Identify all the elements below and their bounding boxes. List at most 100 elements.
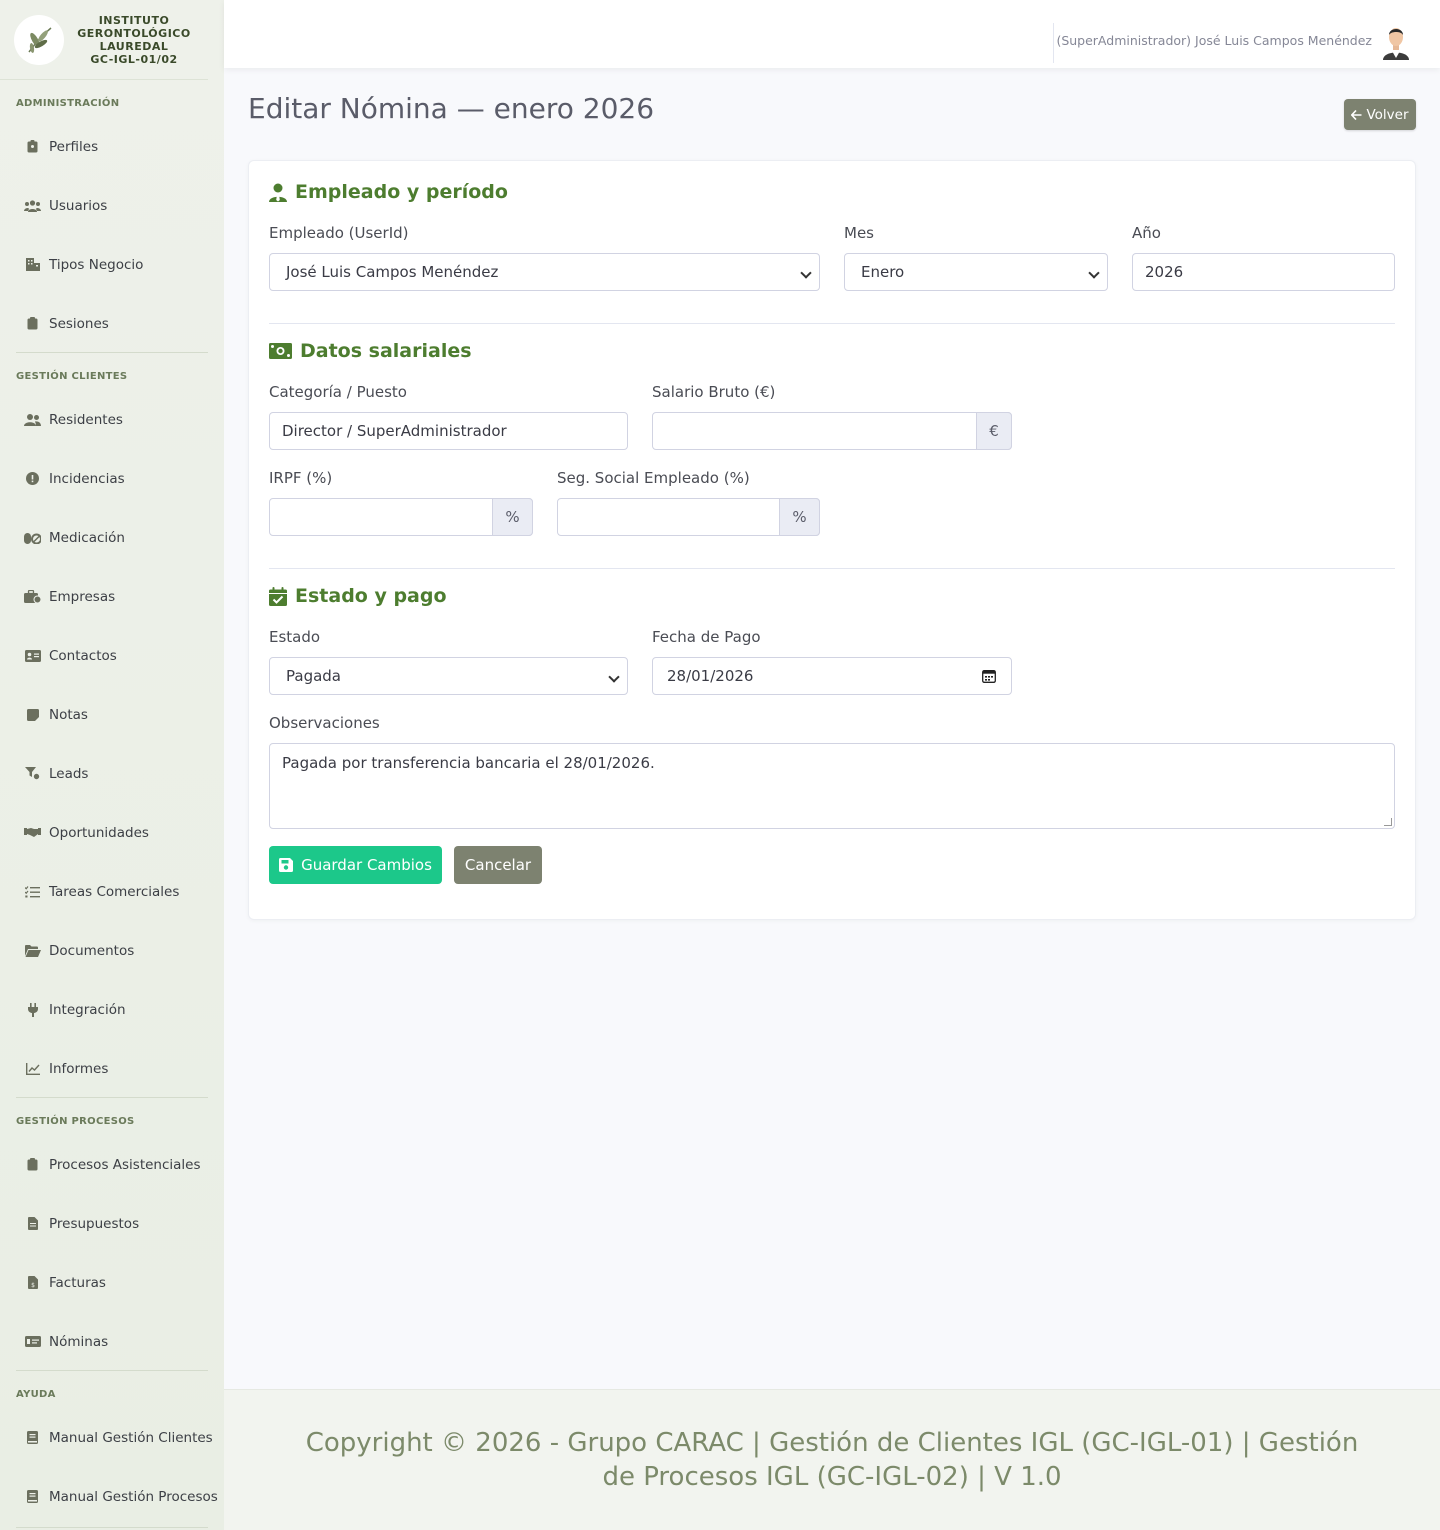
- social-security-label: Seg. Social Empleado (%): [557, 469, 750, 487]
- payment-date-input[interactable]: 28/01/2026: [652, 657, 1012, 695]
- users-icon: [24, 199, 41, 213]
- sidebar-item-presupuestos[interactable]: Presupuestos: [0, 1194, 224, 1253]
- percent-addon: %: [779, 498, 820, 536]
- sidebar-item-tipos-negocio[interactable]: Tipos Negocio: [0, 235, 224, 294]
- clipboard-icon: [24, 1158, 41, 1172]
- section-employee-label: Empleado y período: [295, 181, 508, 203]
- back-button-label: Volver: [1366, 106, 1409, 123]
- sidebar-item-label: Empresas: [49, 588, 116, 605]
- back-button[interactable]: Volver: [1344, 99, 1416, 130]
- folder-open-icon: [24, 944, 41, 958]
- sidebar-item-perfiles[interactable]: Perfiles: [0, 117, 224, 176]
- save-button[interactable]: Guardar Cambios: [269, 846, 442, 884]
- cancel-button-label: Cancelar: [464, 856, 532, 874]
- arrow-left-icon: [1351, 109, 1362, 120]
- sidebar-item-usuarios[interactable]: Usuarios: [0, 176, 224, 235]
- sidebar-item-label: Manual Gestión Clientes: [49, 1429, 213, 1446]
- payroll-form-card: Empleado y período Empleado (UserId) Jos…: [248, 160, 1416, 920]
- brand-line-1: INSTITUTO: [98, 13, 170, 27]
- sidebar-item-manual-clientes[interactable]: Manual Gestión Clientes: [0, 1408, 224, 1467]
- file-invoice-dollar-icon: $: [24, 1276, 41, 1290]
- year-input-value: 2026: [1145, 263, 1184, 281]
- sidebar-item-label: Leads: [49, 765, 89, 782]
- sidebar-item-label: Manual Gestión Procesos: [49, 1488, 218, 1505]
- status-label: Estado: [269, 628, 321, 646]
- file-alt-icon: [24, 1217, 41, 1231]
- sidebar-item-contactos[interactable]: Contactos: [0, 626, 224, 685]
- sidebar-item-oportunidades[interactable]: Oportunidades: [0, 803, 224, 862]
- sidebar-divider: [16, 1527, 208, 1528]
- sidebar-item-label: Procesos Asistenciales: [49, 1156, 201, 1173]
- sidebar-item-label: Informes: [49, 1060, 109, 1077]
- employee-select[interactable]: José Luis Campos Menéndez: [269, 253, 820, 291]
- sidebar-heading-gestion-clientes: GESTIÓN CLIENTES: [16, 371, 128, 382]
- sidebar-heading-ayuda: AYUDA: [16, 1389, 56, 1400]
- sidebar-item-label: Contactos: [49, 647, 117, 664]
- topbar-divider: [1053, 23, 1054, 63]
- category-label: Categoría / Puesto: [269, 383, 407, 401]
- handshake-icon: [24, 826, 41, 840]
- sidebar-item-label: Facturas: [49, 1274, 106, 1291]
- sidebar-heading-administracion: ADMINISTRACIÓN: [16, 98, 120, 109]
- sidebar-item-manual-procesos[interactable]: Manual Gestión Procesos: [0, 1467, 224, 1526]
- section-divider: [269, 323, 1395, 324]
- avatar[interactable]: [1380, 24, 1412, 60]
- clipboard-icon: [24, 317, 41, 331]
- gross-salary-input[interactable]: €: [652, 412, 1012, 450]
- pills-icon: [24, 531, 41, 545]
- notes-textarea[interactable]: Pagada por transferencia bancaria el 28/…: [269, 743, 1395, 829]
- sidebar-item-integracion[interactable]: Integración: [0, 980, 224, 1039]
- id-badge-icon: [24, 140, 41, 154]
- sidebar-item-leads[interactable]: Leads: [0, 744, 224, 803]
- svg-text:$: $: [31, 1282, 35, 1289]
- calendar-check-icon: [269, 586, 287, 606]
- sidebar-item-residentes[interactable]: Residentes: [0, 390, 224, 449]
- section-employee-title: Empleado y período: [269, 181, 508, 203]
- cancel-button[interactable]: Cancelar: [454, 846, 542, 884]
- sidebar-item-label: Residentes: [49, 411, 123, 428]
- euro-addon: €: [976, 412, 1012, 450]
- gross-salary-label: Salario Bruto (€): [652, 383, 776, 401]
- resize-grip[interactable]: [1384, 818, 1392, 826]
- section-salary-label: Datos salariales: [300, 340, 472, 362]
- social-security-input[interactable]: %: [557, 498, 820, 536]
- category-input-value: Director / SuperAdministrador: [282, 422, 507, 440]
- sidebar-item-label: Usuarios: [49, 197, 108, 214]
- section-divider: [269, 568, 1395, 569]
- sidebar-item-documentos[interactable]: Documentos: [0, 921, 224, 980]
- user-name[interactable]: (SuperAdministrador) José Luis Campos Me…: [1056, 33, 1372, 48]
- copyright-text: Copyright © 2026 - Grupo CARAC | Gestión…: [305, 1428, 1359, 1492]
- sidebar-item-facturas[interactable]: $ Facturas: [0, 1253, 224, 1312]
- category-input[interactable]: Director / SuperAdministrador: [269, 412, 628, 450]
- sidebar-item-nominas[interactable]: Nóminas: [0, 1312, 224, 1371]
- sidebar-item-incidencias[interactable]: Incidencias: [0, 449, 224, 508]
- footer: Copyright © 2026 - Grupo CARAC | Gestión…: [224, 1389, 1440, 1530]
- sidebar-item-label: Oportunidades: [49, 824, 149, 841]
- sidebar-item-medicacion[interactable]: Medicación: [0, 508, 224, 567]
- sidebar-item-label: Tareas Comerciales: [49, 883, 180, 900]
- sidebar-item-procesos-asistenciales[interactable]: Procesos Asistenciales: [0, 1135, 224, 1194]
- brand-line-2: GERONTOLÓGICO: [77, 26, 191, 40]
- sidebar-item-label: Documentos: [49, 942, 135, 959]
- page-title: Editar Nómina — enero 2026: [248, 92, 655, 125]
- calendar-icon[interactable]: [982, 669, 996, 683]
- save-icon: [279, 858, 294, 872]
- exclamation-circle-icon: [24, 472, 41, 486]
- sidebar-item-informes[interactable]: Informes: [0, 1039, 224, 1098]
- payment-date-value: 28/01/2026: [667, 667, 754, 685]
- brand-name: INSTITUTO GERONTOLÓGICO LAUREDAL GC-IGL-…: [64, 14, 208, 66]
- sidebar-item-tareas-comerciales[interactable]: Tareas Comerciales: [0, 862, 224, 921]
- notes-label: Observaciones: [269, 714, 380, 732]
- irpf-input[interactable]: %: [269, 498, 533, 536]
- sidebar-item-sesiones[interactable]: Sesiones: [0, 294, 224, 353]
- month-select[interactable]: Enero: [844, 253, 1108, 291]
- sidebar-item-label: Perfiles: [49, 138, 99, 155]
- notes-value: Pagada por transferencia bancaria el 28/…: [282, 754, 655, 772]
- sidebar-item-label: Sesiones: [49, 315, 109, 332]
- status-select[interactable]: Pagada: [269, 657, 628, 695]
- year-input[interactable]: 2026: [1132, 253, 1395, 291]
- brand-line-3: LAUREDAL: [99, 39, 169, 53]
- sidebar-item-notas[interactable]: Notas: [0, 685, 224, 744]
- sidebar-item-empresas[interactable]: Empresas: [0, 567, 224, 626]
- brand[interactable]: INSTITUTO GERONTOLÓGICO LAUREDAL GC-IGL-…: [0, 0, 208, 80]
